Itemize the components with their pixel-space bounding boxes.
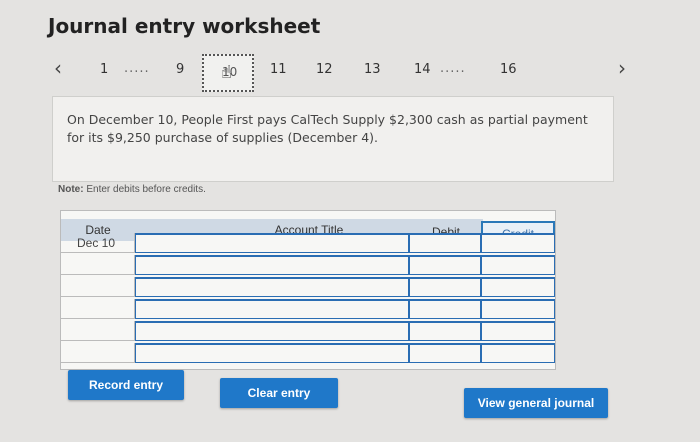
date-cell[interactable] bbox=[61, 321, 135, 341]
page-link-11[interactable]: 11 bbox=[270, 62, 287, 77]
table-row bbox=[61, 277, 555, 297]
clear-entry-button[interactable]: Clear entry bbox=[220, 378, 338, 408]
date-cell[interactable] bbox=[61, 277, 135, 297]
page-link-16[interactable]: 16 bbox=[500, 62, 517, 77]
account-title-input[interactable] bbox=[135, 255, 409, 275]
journal-table: Date Account Title Debit Credit Dec 10 bbox=[60, 210, 556, 370]
chevron-right-icon[interactable]: › bbox=[618, 56, 626, 80]
credit-input[interactable] bbox=[481, 233, 555, 253]
table-row: Dec 10 bbox=[61, 233, 555, 253]
page-link-1[interactable]: 1 bbox=[100, 62, 108, 77]
question-text: On December 10, People First pays CalTec… bbox=[52, 96, 614, 182]
debit-input[interactable] bbox=[409, 233, 481, 253]
pager-ellipsis: ..... bbox=[124, 61, 150, 76]
debit-input[interactable] bbox=[409, 321, 481, 341]
debit-input[interactable] bbox=[409, 343, 481, 363]
credit-input[interactable] bbox=[481, 255, 555, 275]
table-row bbox=[61, 299, 555, 319]
chevron-left-icon[interactable]: ‹ bbox=[54, 56, 62, 80]
account-title-input[interactable] bbox=[135, 321, 409, 341]
page-link-12[interactable]: 12 bbox=[316, 62, 333, 77]
account-title-input[interactable] bbox=[135, 343, 409, 363]
account-title-input[interactable] bbox=[135, 233, 409, 253]
account-title-input[interactable] bbox=[135, 277, 409, 297]
credit-input[interactable] bbox=[481, 299, 555, 319]
table-row bbox=[61, 321, 555, 341]
account-title-input[interactable] bbox=[135, 299, 409, 319]
note-label: Note: bbox=[58, 184, 84, 195]
page-link-14[interactable]: 14 bbox=[414, 62, 431, 77]
hand-cursor-icon: ☝ bbox=[221, 62, 232, 83]
page-current[interactable]: 10 ☝ bbox=[202, 54, 254, 92]
date-cell[interactable] bbox=[61, 343, 135, 363]
debit-input[interactable] bbox=[409, 255, 481, 275]
date-cell[interactable] bbox=[61, 299, 135, 319]
instruction-note: Note: Enter debits before credits. bbox=[58, 184, 206, 195]
record-entry-button[interactable]: Record entry bbox=[68, 370, 184, 400]
date-cell[interactable] bbox=[61, 255, 135, 275]
debit-input[interactable] bbox=[409, 277, 481, 297]
pager-ellipsis: ..... bbox=[440, 61, 466, 76]
page-title: Journal entry worksheet bbox=[48, 14, 321, 38]
credit-input[interactable] bbox=[481, 321, 555, 341]
view-general-journal-button[interactable]: View general journal bbox=[464, 388, 608, 418]
page-link-13[interactable]: 13 bbox=[364, 62, 381, 77]
table-row bbox=[61, 255, 555, 275]
credit-input[interactable] bbox=[481, 343, 555, 363]
date-cell[interactable]: Dec 10 bbox=[61, 233, 135, 253]
debit-input[interactable] bbox=[409, 299, 481, 319]
credit-input[interactable] bbox=[481, 277, 555, 297]
table-row bbox=[61, 343, 555, 363]
note-text: Enter debits before credits. bbox=[86, 184, 206, 195]
page-link-9[interactable]: 9 bbox=[176, 62, 184, 77]
pager: ‹ 1 ..... 9 10 ☝ 11 12 13 14 ..... 16 › bbox=[0, 52, 700, 98]
